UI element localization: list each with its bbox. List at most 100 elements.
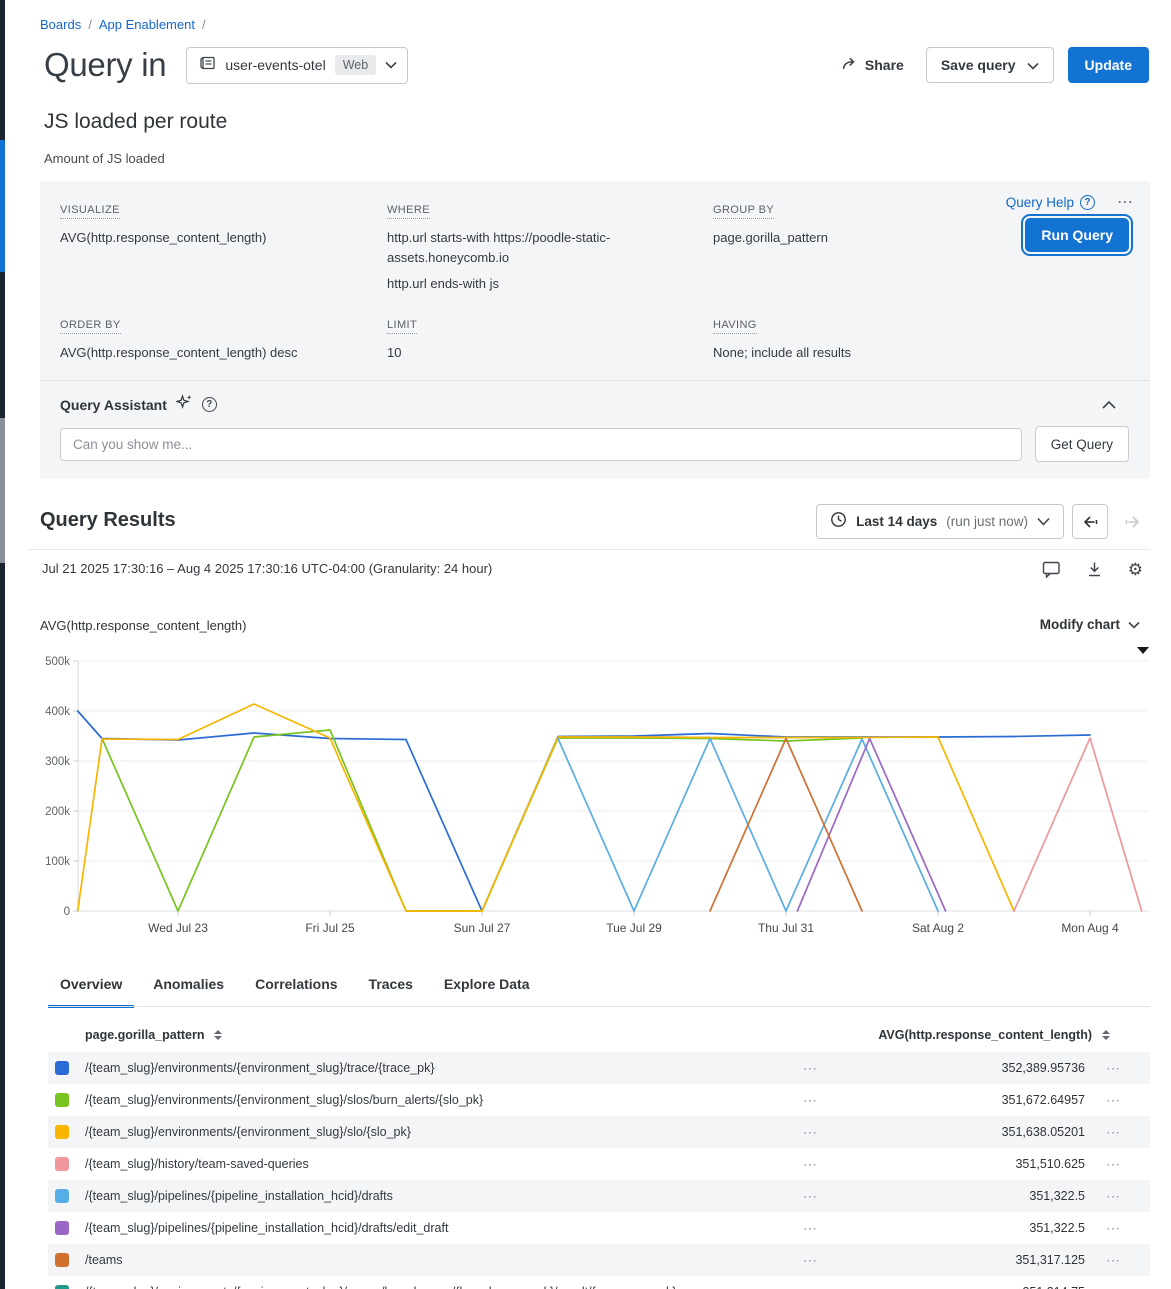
tab-traces[interactable]: Traces: [357, 972, 425, 1008]
row-menu-button[interactable]: ⋯: [1106, 1092, 1120, 1109]
results-table-header: page.gorilla_pattern AVG(http.response_c…: [48, 1020, 1150, 1052]
save-query-button[interactable]: Save query: [926, 47, 1054, 83]
table-row[interactable]: /{team_slug}/pipelines/{pipeline_install…: [48, 1212, 1150, 1244]
row-menu-button[interactable]: ⋯: [1106, 1220, 1120, 1237]
row-menu-button[interactable]: ⋯: [803, 1156, 817, 1173]
svg-text:400k: 400k: [45, 706, 70, 718]
share-button[interactable]: Share: [834, 51, 912, 79]
time-controls: Last 14 days (run just now): [816, 504, 1148, 539]
sidebar-accent-blue: [0, 140, 5, 272]
history-back-button[interactable]: [1072, 504, 1108, 539]
row-menu-button[interactable]: ⋯: [803, 1220, 817, 1237]
breadcrumb-link[interactable]: App Enablement: [99, 17, 195, 32]
assistant-help-icon[interactable]: ?: [202, 397, 217, 412]
row-menu-button[interactable]: ⋯: [1106, 1156, 1120, 1173]
run-query-button[interactable]: Run Query: [1021, 214, 1133, 256]
page-title: Query in: [44, 46, 166, 84]
table-row[interactable]: /teams⋯351,317.125⋯: [48, 1244, 1150, 1276]
visualize-label: VISUALIZE: [60, 204, 120, 219]
sort-icon[interactable]: [1102, 1030, 1110, 1040]
dataset-icon: [199, 55, 216, 76]
having-clause[interactable]: HAVING None; include all results: [713, 315, 1013, 363]
modify-chart-label: Modify chart: [1040, 617, 1120, 632]
query-results-title: Query Results: [40, 509, 176, 532]
save-query-label: Save query: [941, 57, 1016, 73]
dataset-selector[interactable]: user-events-otel Web: [186, 47, 408, 84]
order-by-clause[interactable]: ORDER BY AVG(http.response_content_lengt…: [60, 315, 360, 363]
builder-overflow-menu[interactable]: ⋯: [1117, 192, 1134, 212]
query-page: Boards/App Enablement/ Query in user-eve…: [0, 0, 1171, 1289]
route-value: /teams: [85, 1253, 123, 1267]
result-actions: ⚙: [1042, 560, 1143, 578]
row-menu-button[interactable]: ⋯: [1106, 1060, 1120, 1077]
avg-value: 352,389.95736: [1002, 1061, 1085, 1075]
tab-correlations[interactable]: Correlations: [243, 972, 349, 1008]
row-menu-button[interactable]: ⋯: [803, 1284, 817, 1289]
table-row[interactable]: /{team_slug}/history/team-saved-queries ⋯…: [48, 1148, 1150, 1180]
get-query-button[interactable]: Get Query: [1035, 426, 1129, 462]
tab-overview[interactable]: Overview: [48, 972, 134, 1008]
breadcrumb: Boards/App Enablement/: [40, 17, 213, 32]
collapse-chevron-icon[interactable]: [1102, 396, 1116, 414]
svg-text:Fri Jul 25: Fri Jul 25: [305, 921, 355, 935]
row-menu-button[interactable]: ⋯: [1106, 1284, 1120, 1289]
download-icon[interactable]: [1086, 561, 1103, 578]
chart-area: 0100k200k300k400k500kWed Jul 23Fri Jul 2…: [40, 650, 1150, 947]
gear-icon[interactable]: ⚙: [1128, 561, 1143, 578]
row-menu-button[interactable]: ⋯: [803, 1252, 817, 1269]
tabs-divider: [48, 1006, 1150, 1007]
update-button[interactable]: Update: [1068, 47, 1149, 83]
route-value: /{team_slug}/pipelines/{pipeline_install…: [85, 1189, 393, 1203]
table-row[interactable]: /{team_slug}/pipelines/{pipeline_install…: [48, 1180, 1150, 1212]
limit-clause[interactable]: LIMIT 10: [387, 315, 687, 363]
route-value: /{team_slug}/environments/{environment_s…: [85, 1061, 435, 1075]
series-color-swatch: [55, 1157, 69, 1171]
route-value: /{team_slug}/pipelines/{pipeline_install…: [85, 1221, 448, 1235]
time-range-value: Last 14 days: [856, 514, 937, 529]
table-row[interactable]: /{team_slug}/environments/{environment_s…: [48, 1276, 1150, 1289]
svg-text:Tue Jul 29: Tue Jul 29: [606, 921, 662, 935]
route-value: /{team_slug}/environments/{environment_s…: [85, 1125, 411, 1139]
order-by-label: ORDER BY: [60, 319, 121, 334]
time-range-dropdown[interactable]: Last 14 days (run just now): [816, 504, 1064, 539]
order-by-value: AVG(http.response_content_length) desc: [60, 343, 360, 363]
table-row[interactable]: /{team_slug}/environments/{environment_s…: [48, 1052, 1150, 1084]
query-help-label: Query Help: [1006, 195, 1074, 210]
dataset-name: user-events-otel: [225, 57, 325, 73]
tab-explore-data[interactable]: Explore Data: [432, 972, 542, 1008]
page-header: Query in user-events-otel Web Share Save…: [44, 46, 1149, 84]
route-value: /{team_slug}/history/team-saved-queries: [85, 1157, 309, 1171]
assistant-input[interactable]: [60, 428, 1022, 461]
where-clause[interactable]: WHERE http.url starts-with https://poodl…: [387, 200, 687, 300]
series-color-swatch: [55, 1125, 69, 1139]
share-icon: [842, 57, 857, 73]
svg-text:Sun Jul 27: Sun Jul 27: [454, 921, 511, 935]
series-color-swatch: [55, 1285, 69, 1289]
row-menu-button[interactable]: ⋯: [1106, 1124, 1120, 1141]
row-menu-button[interactable]: ⋯: [803, 1092, 817, 1109]
table-row[interactable]: /{team_slug}/environments/{environment_s…: [48, 1116, 1150, 1148]
series-color-swatch: [55, 1221, 69, 1235]
tab-anomalies[interactable]: Anomalies: [141, 972, 236, 1008]
row-menu-button[interactable]: ⋯: [803, 1188, 817, 1205]
row-menu-button[interactable]: ⋯: [1106, 1188, 1120, 1205]
group-by-label: GROUP BY: [713, 204, 774, 219]
having-label: HAVING: [713, 319, 757, 334]
series-color-swatch: [55, 1061, 69, 1075]
svg-text:300k: 300k: [45, 756, 70, 768]
breadcrumb-link[interactable]: Boards: [40, 17, 81, 32]
modify-chart-button[interactable]: Modify chart: [1040, 617, 1140, 632]
history-forward-button[interactable]: [1116, 504, 1148, 539]
where-label: WHERE: [387, 204, 430, 219]
visualize-clause[interactable]: VISUALIZE AVG(http.response_content_leng…: [60, 200, 360, 248]
query-help-link[interactable]: Query Help ?: [1006, 195, 1095, 210]
clock-icon: [830, 511, 847, 533]
group-by-clause[interactable]: GROUP BY page.gorilla_pattern: [713, 200, 1013, 248]
avg-value: 351,322.5: [1029, 1221, 1085, 1235]
sort-icon[interactable]: [214, 1030, 222, 1040]
row-menu-button[interactable]: ⋯: [1106, 1252, 1120, 1269]
row-menu-button[interactable]: ⋯: [803, 1124, 817, 1141]
table-row[interactable]: /{team_slug}/environments/{environment_s…: [48, 1084, 1150, 1116]
row-menu-button[interactable]: ⋯: [803, 1060, 817, 1077]
comment-icon[interactable]: [1042, 560, 1061, 578]
